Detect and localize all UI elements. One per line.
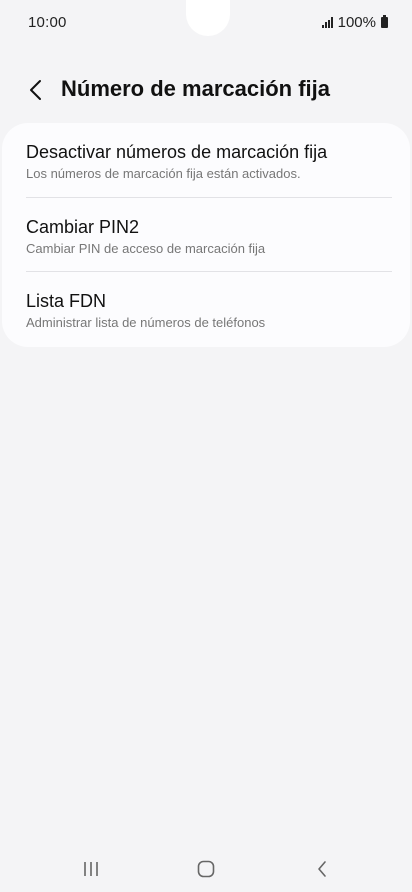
status-time: 10:00	[28, 14, 67, 31]
setting-change-pin2[interactable]: Cambiar PIN2 Cambiar PIN de acceso de ma…	[26, 216, 392, 257]
settings-card: Desactivar números de marcación fija Los…	[2, 123, 410, 347]
header: Número de marcación fija	[0, 70, 412, 110]
navigation-bar	[0, 846, 412, 892]
divider	[26, 197, 392, 198]
setting-fdn-list[interactable]: Lista FDN Administrar lista de números d…	[26, 290, 392, 331]
camera-notch	[186, 0, 230, 36]
recents-icon	[84, 862, 98, 876]
divider	[26, 271, 392, 272]
nav-back-button[interactable]	[302, 854, 342, 884]
phone-screen: 10:00 100% Número de marcación fija Desa…	[0, 0, 412, 892]
status-indicators: 100%	[321, 14, 388, 31]
setting-subtitle: Cambiar PIN de acceso de marcación fija	[26, 241, 266, 256]
setting-title: Lista FDN	[26, 291, 107, 311]
battery-icon	[381, 15, 388, 28]
back-icon	[318, 861, 326, 877]
signal-icon	[321, 17, 333, 28]
status-bar: 10:00 100%	[0, 0, 412, 48]
back-button[interactable]	[22, 74, 50, 106]
setting-subtitle: Los números de marcación fija están acti…	[26, 166, 301, 181]
chevron-left-icon	[30, 80, 41, 100]
page-title: Número de marcación fija	[61, 76, 330, 101]
recents-button[interactable]	[71, 854, 111, 884]
setting-subtitle: Administrar lista de números de teléfono…	[26, 315, 266, 330]
home-icon	[197, 860, 215, 878]
setting-title: Cambiar PIN2	[26, 217, 140, 237]
setting-title: Desactivar números de marcación fija	[26, 142, 328, 162]
battery-percent: 100%	[337, 14, 376, 31]
setting-disable-fdn[interactable]: Desactivar números de marcación fija Los…	[26, 141, 392, 182]
home-button[interactable]	[186, 854, 226, 884]
